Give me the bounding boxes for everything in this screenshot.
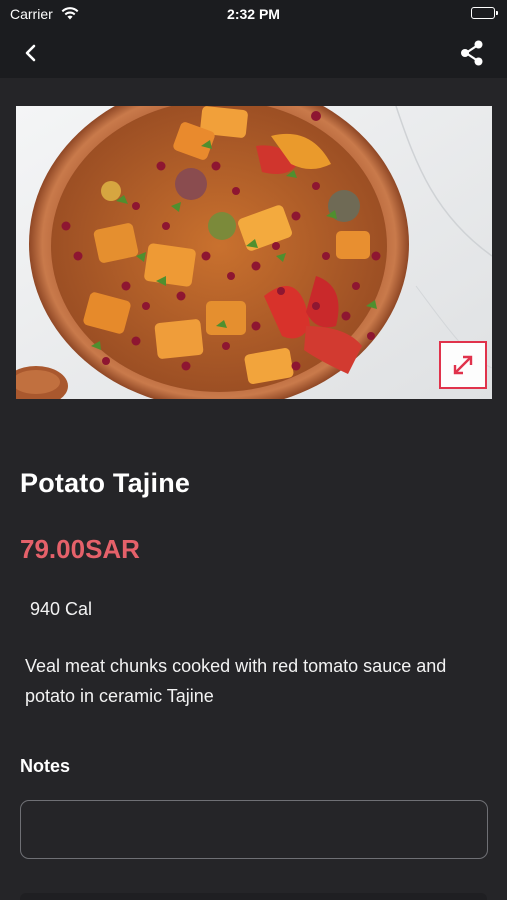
status-bar: Carrier 2:32 PM [0, 0, 507, 28]
product-calories: 940 Cal [30, 599, 93, 619]
product-price: 79.00SAR [20, 534, 140, 564]
share-icon [461, 40, 483, 66]
expand-image-button[interactable] [439, 341, 487, 389]
expand-arrows-icon [453, 355, 473, 375]
share-button[interactable] [459, 39, 485, 67]
chevron-left-icon [25, 44, 36, 62]
tajine-dish-illustration [16, 106, 492, 399]
notes-label: Notes [20, 756, 71, 776]
product-description: Veal meat chunks cooked with red tomato … [25, 656, 447, 706]
navigation-bar [0, 28, 507, 78]
back-button[interactable] [18, 40, 44, 66]
product-image[interactable] [16, 106, 492, 399]
status-time: 2:32 PM [227, 6, 280, 22]
notes-input[interactable] [20, 800, 488, 859]
bottom-panel-edge [20, 893, 487, 900]
product-title: Potato Tajine [20, 468, 191, 498]
battery-icon [471, 7, 498, 19]
